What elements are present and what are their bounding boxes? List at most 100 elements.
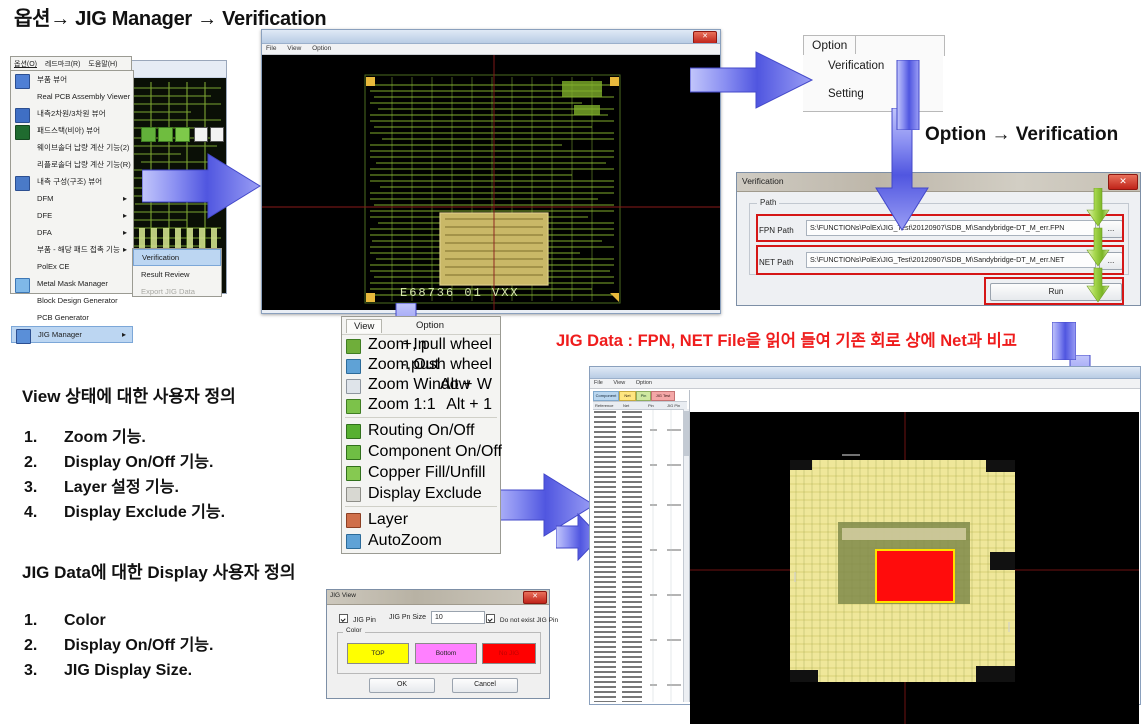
menu-item-dfm[interactable]: DFM ▸ xyxy=(11,190,133,207)
toolbar-icon-4[interactable] xyxy=(194,127,208,142)
menubar-item-option[interactable]: 옵션(O) xyxy=(14,61,37,68)
result-toolbar[interactable]: Component Net Pin JIG Test xyxy=(593,391,687,401)
pollex-toolbar[interactable] xyxy=(141,126,226,142)
verification-title: Verification xyxy=(742,176,784,186)
toolbar-button-pin[interactable]: Pin xyxy=(636,391,651,401)
jig-pin-size-input[interactable]: 10 xyxy=(431,611,485,624)
menu-item-structure-viewer[interactable]: 내측 구성(구조) 뷰어 xyxy=(11,173,133,191)
submenu-item-export-jig-data: Export JIG Data xyxy=(141,287,196,296)
color-swatch-top[interactable]: TOP xyxy=(347,643,409,664)
do-not-exist-checkbox-box[interactable] xyxy=(486,614,495,623)
tab-view[interactable]: View xyxy=(346,319,383,333)
menu-option[interactable]: Option xyxy=(312,45,331,52)
view-menu-window[interactable]: View Option Zoom In +, pull wheel Zoom O… xyxy=(341,316,502,554)
menu-view[interactable]: View xyxy=(287,45,301,52)
menu-item-real-pcb-assembly-viewer[interactable]: Real PCB Assembly Viewer xyxy=(11,88,133,105)
menubar-item-help[interactable]: 도움말(H) xyxy=(88,61,117,68)
toolbar-button-net[interactable]: Net xyxy=(619,391,636,401)
chevron-right-icon: ▸ xyxy=(122,211,127,220)
menu-item-pcb-generator[interactable]: PCB Generator xyxy=(11,309,133,326)
menu-item-routing-on-off[interactable]: Routing On/Off xyxy=(342,420,500,441)
menu-item-layer[interactable]: Layer xyxy=(342,509,500,530)
jig-result-canvas[interactable] xyxy=(690,412,1139,724)
menu-option[interactable]: Option xyxy=(636,380,652,386)
chevron-right-icon: ▸ xyxy=(122,245,127,254)
cancel-button[interactable]: Cancel xyxy=(452,678,518,693)
view-block-list: 1. Zoom 기능. 2. Display On/Off 기능. 3. Layer … xyxy=(24,425,225,525)
structure-viewer-icon xyxy=(15,175,30,191)
menu-item-polex-ce[interactable]: PolEx CE xyxy=(11,258,133,275)
menu-item-metal-mask-manager[interactable]: Metal Mask Manager xyxy=(11,275,133,293)
toolbar-button-jig-test[interactable]: JIG Test xyxy=(651,391,675,401)
menu-item-padstack-viewer[interactable]: 패드스택(비아) 뷰어 xyxy=(11,122,133,140)
list-item: 2. Display On/Off 기능. xyxy=(24,637,214,654)
menu-item-wave-solder[interactable]: 웨이브솔더 납량 계산 기능(2) xyxy=(11,139,133,156)
zoom-in-accel: +, pull wheel xyxy=(402,336,492,353)
list-item: 1. Color xyxy=(24,612,106,629)
menu-item-copper-fill-unfill[interactable]: Copper Fill/Unfill xyxy=(342,462,500,483)
menu-item-2d-3d-viewer[interactable]: 내측2차원/3차원 뷰어 xyxy=(11,105,133,123)
toolbar-icon-3[interactable] xyxy=(175,127,190,142)
menu-item-zoom-in[interactable]: Zoom In +, pull wheel xyxy=(342,335,500,355)
column-pin: Pin xyxy=(648,402,654,408)
toolbar-icon-1[interactable] xyxy=(141,127,156,142)
close-icon[interactable]: ✕ xyxy=(523,591,547,604)
result-table-panel[interactable]: Component Net Pin JIG Test Reference Net… xyxy=(591,390,690,702)
menu-file[interactable]: File xyxy=(266,45,276,52)
menu-item-dfa[interactable]: DFA ▸ xyxy=(11,224,133,241)
menu-item-display-exclude[interactable]: Display Exclude xyxy=(342,483,500,504)
pcb-viewer-window: ✕ File View Option xyxy=(261,29,721,314)
jig-data-banner: JIG Data : FPN, NET File을 읽어 들여 기존 회로 상에… xyxy=(556,332,1017,350)
color-swatch-bottom[interactable]: Bottom xyxy=(415,643,477,664)
menu-item-zoom-window[interactable]: Zoom Window Alt + W xyxy=(342,375,500,395)
menu-item-part-pad-contact[interactable]: 부품 - 해당 패드 접촉 기능 ▸ xyxy=(11,241,133,258)
option-dropdown-menu[interactable]: 부품 뷰어 Real PCB Assembly Viewer 내측2차원/3차원… xyxy=(10,70,134,344)
color-swatch-no-jig[interactable]: No JIG xyxy=(482,643,536,664)
pollex-menubar[interactable]: 옵션(O) 레드마크(R) 도움말(H) xyxy=(10,56,132,70)
menu-item-component-on-off[interactable]: Component On/Off xyxy=(342,441,502,462)
jig-pin-checkbox-box[interactable] xyxy=(339,614,348,623)
menu-item-part-viewer[interactable]: 부품 뷰어 xyxy=(11,71,133,89)
view-menu-tabs[interactable]: View Option xyxy=(342,317,500,335)
submenu-item-result-review[interactable]: Result Review xyxy=(133,266,221,283)
do-not-exist-jig-pin-checkbox[interactable]: Do not exist JIG Pin xyxy=(486,614,558,624)
jig-pin-checkbox[interactable]: JIG Pin xyxy=(339,614,376,624)
menu-item-jig-manager[interactable]: JIG Manager ▸ xyxy=(11,326,133,344)
view-menu-list[interactable]: Zoom In +, pull wheel Zoom Out -,push wh… xyxy=(342,335,502,551)
zoom-window-accel: Alt + W xyxy=(439,376,492,393)
menu-item-dfe[interactable]: DFE ▸ xyxy=(11,207,133,224)
menubar-item-redmark[interactable]: 레드마크(R) xyxy=(45,61,80,68)
jig-manager-submenu[interactable]: Verification Result Review Export JIG Da… xyxy=(132,248,222,297)
pcb-viewer-titlebar: ✕ xyxy=(262,30,720,44)
padstack-icon xyxy=(15,124,30,140)
part-viewer-icon xyxy=(15,73,30,89)
pcb-viewer-menubar[interactable]: File View Option xyxy=(262,44,720,55)
menu-view[interactable]: View xyxy=(613,380,625,386)
viewer-2d3d-icon xyxy=(15,107,30,123)
list-item: 4. Display Exclude 기능. xyxy=(24,504,226,521)
menu-item-zoom-out[interactable]: Zoom Out -,push wheel xyxy=(342,355,500,375)
chevron-right-icon: ▸ xyxy=(122,194,127,203)
tab-option[interactable]: Option xyxy=(416,320,444,331)
menu-file[interactable]: File xyxy=(594,380,603,386)
jig-result-window: File View Option Component Net Pin JIG T… xyxy=(589,366,1141,724)
chevron-right-icon: ▸ xyxy=(121,330,126,339)
jig-view-title: JIG View xyxy=(330,592,356,599)
pcb-canvas[interactable] xyxy=(262,55,720,310)
submenu-item-verification[interactable]: Verification xyxy=(133,249,221,266)
table-scrollbar[interactable] xyxy=(683,409,689,702)
toolbar-button-component[interactable]: Component xyxy=(593,391,619,401)
pcb-board-label: E68736 01 VXX xyxy=(400,286,520,300)
menu-item-zoom-1-1[interactable]: Zoom 1:1 Alt + 1 xyxy=(342,395,500,415)
menu-item-autozoom[interactable]: AutoZoom xyxy=(342,530,500,551)
ok-button[interactable]: OK xyxy=(369,678,435,693)
option-tab[interactable]: Option xyxy=(803,35,945,56)
page-title: 옵션→ JIG Manager → Verification xyxy=(14,8,327,30)
menu-item-block-design-generator[interactable]: Block Design Generator xyxy=(11,292,133,309)
list-item: 3. JIG Display Size. xyxy=(24,662,193,679)
menu-item-reflow-solder[interactable]: 리플로솔더 납량 계산 기능(R) xyxy=(11,156,133,173)
fpn-highlight-box xyxy=(756,214,1124,242)
toolbar-icon-5[interactable] xyxy=(210,127,224,142)
toolbar-icon-2[interactable] xyxy=(158,127,173,142)
result-menubar[interactable]: File View Option xyxy=(590,379,1140,389)
